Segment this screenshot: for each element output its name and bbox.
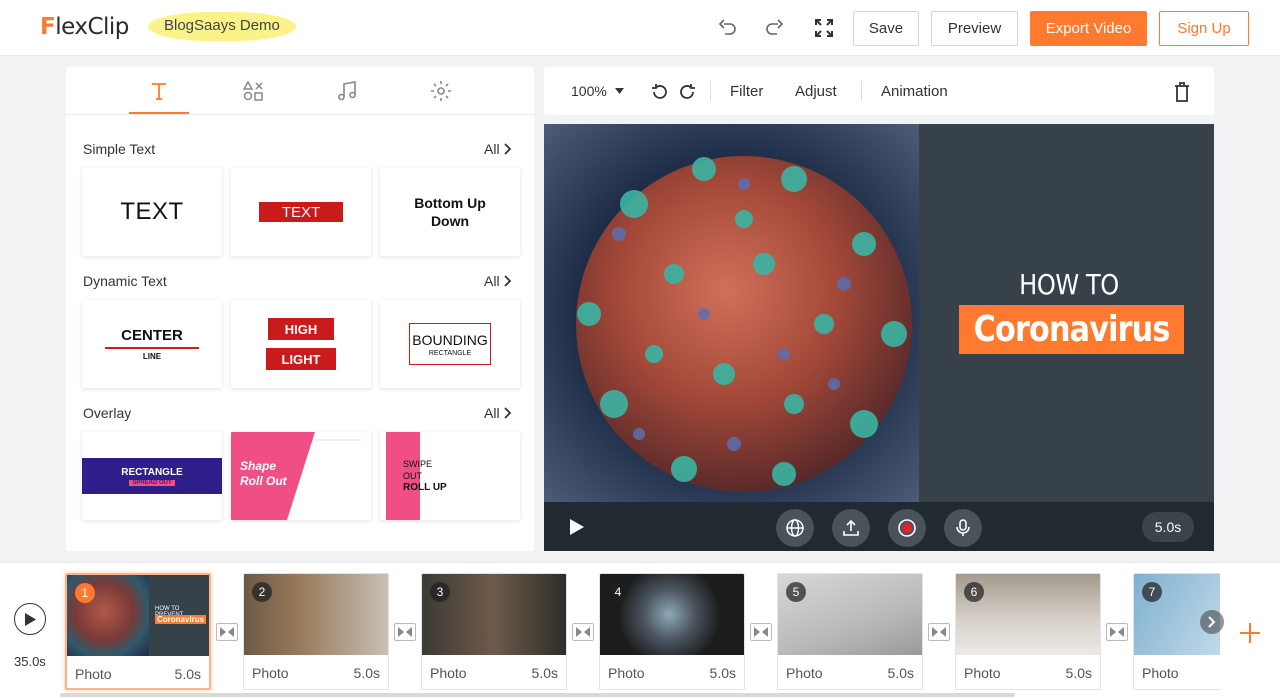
coronavirus-photo	[544, 124, 919, 502]
timeline-clip[interactable]: HOW TO PREVENT Coronavirus 1 Photo 5.0s	[65, 573, 211, 690]
panel-tabs	[66, 67, 534, 115]
clip-duration: 5.0s	[709, 665, 736, 681]
adjust-button[interactable]: Adjust	[795, 83, 837, 100]
simple-text-all-link[interactable]: All	[484, 141, 512, 157]
template-card-high-light[interactable]: HIGH LIGHT	[231, 300, 371, 388]
overlay-all-link[interactable]: All	[484, 405, 512, 421]
music-icon[interactable]	[335, 79, 359, 103]
text-icon[interactable]	[147, 79, 171, 103]
clip-duration: 5.0s	[887, 665, 914, 681]
redo-icon[interactable]	[762, 16, 786, 40]
fullscreen-icon[interactable]	[812, 16, 836, 40]
clip-type: Photo	[964, 665, 1001, 681]
undo-icon[interactable]	[716, 16, 740, 40]
clip-duration: 5.0s	[1065, 665, 1092, 681]
transition-icon[interactable]	[394, 623, 416, 641]
editor-toolbar: 100% Filter Adjust Animation	[544, 67, 1214, 115]
clip-number: 2	[252, 582, 272, 602]
clip-number: 5	[786, 582, 806, 602]
dynamic-text-all-link[interactable]: All	[484, 273, 512, 289]
elements-icon[interactable]	[241, 79, 265, 103]
purple-band: RECTANGLE SPREAD OUT	[82, 458, 222, 494]
preview-button[interactable]: Preview	[931, 11, 1018, 46]
clip-type: Photo	[430, 665, 467, 681]
microphone-icon[interactable]	[944, 509, 982, 547]
chevron-right-icon	[503, 143, 511, 155]
caret-down-icon	[614, 88, 624, 94]
clip-duration: 5.0s	[531, 665, 558, 681]
template-card-bounding-rectangle[interactable]: BOUNDING RECTANGLE	[380, 300, 520, 388]
timeline-scroll-right-button[interactable]	[1200, 610, 1224, 634]
sign-up-button[interactable]: Sign Up	[1159, 11, 1249, 46]
clip-number: 3	[430, 582, 450, 602]
settings-icon[interactable]	[429, 79, 453, 103]
clip-number: 6	[964, 582, 984, 602]
scene-duration[interactable]: 5.0s	[1142, 512, 1194, 542]
section-title-simple-text: Simple Text	[83, 141, 156, 157]
active-tab-indicator	[129, 112, 189, 114]
timeline-play-button[interactable]	[14, 603, 46, 635]
trash-icon[interactable]	[1172, 81, 1192, 103]
video-canvas[interactable]: HOW TO PREVENT Coronavirus	[544, 124, 1214, 502]
animation-button[interactable]: Animation	[881, 83, 948, 100]
toolbar-divider	[710, 81, 711, 101]
timeline-clip[interactable]: 3 Photo 5.0s	[421, 573, 567, 690]
chevron-right-icon	[503, 275, 511, 287]
transition-icon[interactable]	[750, 623, 772, 641]
timeline-clip[interactable]: 4 Photo 5.0s	[599, 573, 745, 690]
timeline-scrollbar[interactable]	[60, 693, 1015, 697]
template-card-center-line[interactable]: CENTER LINE	[82, 300, 222, 388]
chevron-right-icon	[1208, 616, 1216, 628]
save-button[interactable]: Save	[853, 11, 919, 46]
clip-type: Photo	[1142, 665, 1179, 681]
preview-playbar: 5.0s	[544, 502, 1214, 551]
flexclip-logo[interactable]: FlexClip	[40, 14, 129, 40]
section-title-overlay: Overlay	[83, 405, 132, 421]
clip-number: 1	[75, 583, 95, 603]
clip-number: 4	[608, 582, 628, 602]
timeline-panel: 35.0s HOW TO PREVENT Coronavirus 1 Photo…	[0, 562, 1280, 698]
upload-icon[interactable]	[832, 509, 870, 547]
top-header: FlexClip BlogSaays Demo Save Preview Exp…	[0, 0, 1280, 56]
center-divider	[105, 347, 199, 349]
filter-button[interactable]: Filter	[730, 83, 763, 100]
zoom-select[interactable]: 100%	[571, 83, 624, 99]
transition-icon[interactable]	[928, 623, 950, 641]
caption-highlight[interactable]: Coronavirus	[959, 305, 1184, 354]
globe-icon[interactable]	[776, 509, 814, 547]
timeline-clip[interactable]: 5 Photo 5.0s	[777, 573, 923, 690]
play-icon[interactable]	[570, 519, 584, 540]
clip-type: Photo	[608, 665, 645, 681]
record-icon[interactable]	[888, 509, 926, 547]
clip-type: Photo	[786, 665, 823, 681]
chevron-right-icon	[503, 407, 511, 419]
project-name[interactable]: BlogSaays Demo	[148, 12, 296, 41]
toolbar-divider	[861, 81, 862, 101]
clip-number: 7	[1142, 582, 1162, 602]
clip-duration: 5.0s	[353, 665, 380, 681]
play-icon	[24, 612, 36, 626]
transition-icon[interactable]	[572, 623, 594, 641]
bounding-box: BOUNDING RECTANGLE	[409, 323, 491, 365]
timeline-clip[interactable]: 6 Photo 5.0s	[955, 573, 1101, 690]
clip-type: Photo	[252, 665, 289, 681]
export-video-button[interactable]: Export Video	[1030, 11, 1147, 46]
total-duration: 35.0s	[14, 654, 46, 669]
section-title-dynamic-text: Dynamic Text	[83, 273, 167, 289]
transition-icon[interactable]	[216, 623, 238, 641]
text-library-panel: Simple Text All TEXT TEXT Bottom Up Down…	[66, 67, 534, 551]
template-card-red-box-text[interactable]: TEXT	[231, 168, 371, 256]
rotate-right-icon[interactable]	[677, 82, 697, 102]
timeline-clip[interactable]: 2 Photo 5.0s	[243, 573, 389, 690]
rotate-left-icon[interactable]	[650, 82, 670, 102]
clip-duration: 5.0s	[174, 666, 201, 682]
template-card-rectangle-spread-out[interactable]: RECTANGLE SPREAD OUT	[82, 432, 222, 520]
template-card-shape-roll-out[interactable]: Shape Roll Out	[231, 432, 371, 520]
template-card-swipe-out-roll-up[interactable]: SWIPE OUT ROLL UP	[380, 432, 520, 520]
add-scene-icon[interactable]	[1236, 619, 1264, 647]
transition-icon[interactable]	[1106, 623, 1128, 641]
template-card-simple-text[interactable]: TEXT	[82, 168, 222, 256]
template-card-bottom-up-down[interactable]: Bottom Up Down	[380, 168, 520, 256]
clip-type: Photo	[75, 666, 112, 682]
